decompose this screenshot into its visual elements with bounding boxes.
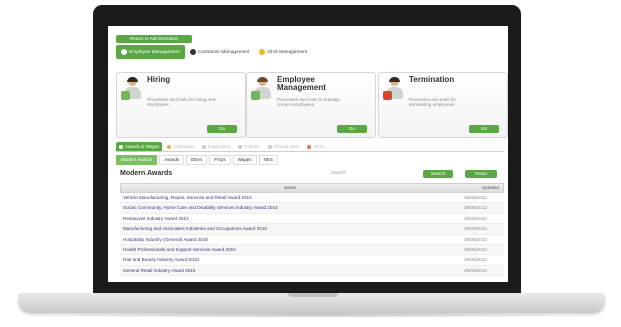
search-button[interactable]: Search — [423, 170, 453, 178]
updated-column-header[interactable]: Updated — [459, 184, 503, 192]
card-description: Processes and tools for terminating empl… — [409, 97, 457, 108]
award-name-link[interactable]: Health Professionals and Support Service… — [120, 245, 460, 254]
tab-label: Policies — [244, 144, 260, 149]
calendar-icon — [167, 144, 172, 149]
return-to-admin-button[interactable]: Return to Administration — [116, 35, 192, 43]
tab-label: Employees — [207, 144, 231, 149]
award-name-link[interactable]: Hospitality Industry (General) Award 201… — [120, 235, 460, 244]
subtab-faqs[interactable]: FAQs — [209, 155, 231, 165]
tab-divider — [116, 151, 504, 152]
award-name-link[interactable]: Vehicle Manufacturing, Repair, Services … — [120, 193, 460, 202]
table-row[interactable]: Hospitality Industry (General) Award 201… — [120, 235, 504, 245]
awards-table: Name Updated Vehicle Manufacturing, Repa… — [120, 183, 504, 277]
updated-date: 29/06/2012 — [464, 215, 487, 221]
card-description: Processes and tools to manage current em… — [277, 97, 341, 108]
tab-label: Awards & Wages — [125, 144, 160, 149]
nav-ohs-management[interactable]: OHS Management — [254, 45, 312, 59]
award-name-link[interactable]: Manufacturing and Associated Industries … — [120, 224, 460, 233]
hiring-person-icon — [121, 77, 143, 101]
alert-icon — [307, 144, 312, 149]
top-nav: Employee Management Contractor Managemen… — [116, 45, 312, 59]
tab-label: Calendars — [173, 144, 194, 149]
laptop-shadow — [40, 312, 585, 318]
card-title: Hiring — [147, 75, 171, 84]
table-row[interactable]: General Retail Industry Award 2010 29/06/… — [120, 265, 504, 277]
card-description: Processes and tools for hiring new emplo… — [147, 97, 216, 108]
table-row[interactable]: Hair and Beauty Industry Award 2010 29/06… — [120, 255, 504, 266]
table-body: Vehicle Manufacturing, Repair, Services … — [120, 193, 504, 277]
table-row[interactable]: Manufacturing and Associated Industries … — [120, 224, 504, 235]
table-row[interactable]: Health Professionals and Support Service… — [120, 244, 504, 256]
reset-button[interactable]: Reset — [465, 170, 497, 178]
award-name-link[interactable]: General Retail Industry Award 2010 — [120, 266, 460, 275]
nav-contractor-management[interactable]: Contractor Management — [185, 45, 255, 59]
tab-alerts[interactable]: Alerts — [304, 142, 328, 151]
award-name-link[interactable]: Restaurant Industry Award 2010 — [120, 214, 460, 223]
updated-date: 29/06/2012 — [464, 257, 487, 263]
tab-label: Shared Sites — [273, 144, 300, 149]
people-icon — [201, 144, 206, 149]
employee-icon — [121, 49, 127, 55]
nav-label: Employee Management — [129, 49, 180, 55]
award-name-link[interactable]: Social, Community, Home Care and Disabil… — [120, 203, 460, 212]
employee-person-icon — [251, 77, 273, 101]
tab-policies[interactable]: Policies — [235, 142, 263, 151]
termination-card: Termination Processes and tools for term… — [378, 72, 508, 138]
nav-label: Contractor Management — [197, 49, 250, 55]
updated-date: 29/06/2012 — [464, 205, 487, 211]
subtab-modern-awards[interactable]: Modern Awards — [116, 155, 158, 165]
scales-icon — [119, 144, 123, 149]
main-tabs: Awards & Wages Calendars Employees Polic… — [116, 142, 330, 151]
termination-go-button[interactable]: Go — [469, 125, 499, 133]
award-name-link[interactable]: Hair and Beauty Industry Award 2010 — [120, 255, 460, 264]
tab-shared-sites[interactable]: Shared Sites — [265, 142, 303, 151]
updated-date: 29/06/2012 — [464, 195, 487, 200]
contractor-icon — [189, 49, 196, 55]
subtab-nes[interactable]: NES — [258, 155, 278, 165]
table-row[interactable]: Social, Community, Home Care and Disabil… — [120, 203, 504, 214]
name-column-header[interactable]: Name — [121, 184, 459, 192]
search-label: Search — [331, 171, 347, 176]
tab-employees[interactable]: Employees — [199, 142, 233, 151]
table-row[interactable]: Vehicle Manufacturing, Repair, Services … — [120, 193, 504, 204]
table-header: Name Updated — [120, 183, 504, 193]
tab-calendars[interactable]: Calendars — [164, 142, 197, 151]
document-icon — [238, 144, 243, 149]
sub-tabs: Modern Awards Awards EBAs FAQs Wages NES — [116, 155, 280, 165]
globe-icon — [267, 144, 272, 149]
tab-awards-wages[interactable]: Awards & Wages — [116, 142, 163, 151]
table-row[interactable]: Restaurant Industry Award 2010 29/06/2012 — [120, 214, 504, 225]
updated-date: 29/06/2012 — [464, 226, 487, 232]
termination-person-icon — [383, 77, 405, 101]
subtab-wages[interactable]: Wages — [232, 155, 257, 165]
app-screen: Return to Administration Employee Manage… — [108, 26, 508, 282]
laptop-notch — [288, 293, 338, 297]
subtab-awards[interactable]: Awards — [159, 155, 185, 165]
tab-label: Alerts — [313, 144, 325, 149]
card-title: Termination — [409, 75, 455, 84]
subtab-ebas[interactable]: EBAs — [186, 155, 208, 165]
card-title: Employee Management — [277, 75, 326, 92]
updated-date: 29/06/2012 — [464, 236, 487, 242]
laptop-base — [18, 293, 605, 313]
employee-management-card: Employee Management Processes and tools … — [246, 72, 376, 138]
section-title: Modern Awards — [120, 170, 173, 177]
employee-management-go-button[interactable]: Go — [337, 125, 367, 133]
hiring-go-button[interactable]: Go — [207, 125, 237, 133]
hiring-card: Hiring Processes and tools for hiring ne… — [116, 72, 246, 138]
nav-label: OHS Management — [267, 49, 308, 55]
updated-date: 29/06/2012 — [464, 246, 487, 252]
nav-employee-management[interactable]: Employee Management — [116, 45, 185, 59]
updated-date: 29/06/2012 — [464, 267, 487, 273]
hard-hat-icon — [259, 49, 266, 55]
